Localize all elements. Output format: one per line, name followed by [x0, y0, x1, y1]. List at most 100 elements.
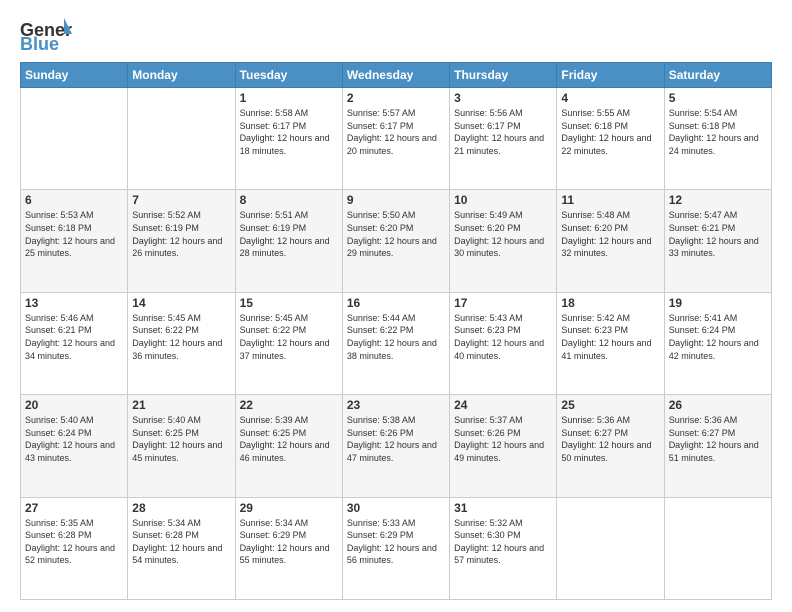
calendar-cell: 11 Sunrise: 5:48 AM Sunset: 6:20 PM Dayli…: [557, 190, 664, 292]
calendar-cell: 12 Sunrise: 5:47 AM Sunset: 6:21 PM Dayli…: [664, 190, 771, 292]
calendar-table: SundayMondayTuesdayWednesdayThursdayFrid…: [20, 62, 772, 600]
day-info: Sunrise: 5:32 AM Sunset: 6:30 PM Dayligh…: [454, 517, 552, 567]
day-number: 29: [240, 501, 338, 515]
day-info: Sunrise: 5:34 AM Sunset: 6:29 PM Dayligh…: [240, 517, 338, 567]
day-number: 15: [240, 296, 338, 310]
calendar-cell: [21, 88, 128, 190]
day-info: Sunrise: 5:56 AM Sunset: 6:17 PM Dayligh…: [454, 107, 552, 157]
calendar-week-row: 1 Sunrise: 5:58 AM Sunset: 6:17 PM Daylig…: [21, 88, 772, 190]
day-number: 9: [347, 193, 445, 207]
calendar-cell: 22 Sunrise: 5:39 AM Sunset: 6:25 PM Dayli…: [235, 395, 342, 497]
day-info: Sunrise: 5:54 AM Sunset: 6:18 PM Dayligh…: [669, 107, 767, 157]
calendar-cell: 28Sunrise: 5:34 AM Sunset: 6:28 PM Dayli…: [128, 497, 235, 599]
day-number: 3: [454, 91, 552, 105]
page: General Blue SundayMondayTuesdayWednesda…: [0, 0, 792, 612]
calendar-cell: 16 Sunrise: 5:44 AM Sunset: 6:22 PM Dayli…: [342, 292, 449, 394]
day-number: 13: [25, 296, 123, 310]
day-number: 5: [669, 91, 767, 105]
day-number: 22: [240, 398, 338, 412]
day-number: 14: [132, 296, 230, 310]
day-number: 25: [561, 398, 659, 412]
calendar-header-sunday: Sunday: [21, 63, 128, 88]
calendar-cell: 19 Sunrise: 5:41 AM Sunset: 6:24 PM Dayli…: [664, 292, 771, 394]
calendar-header-friday: Friday: [557, 63, 664, 88]
day-info: Sunrise: 5:35 AM Sunset: 6:28 PM Dayligh…: [25, 517, 123, 567]
calendar-cell: 15 Sunrise: 5:45 AM Sunset: 6:22 PM Dayli…: [235, 292, 342, 394]
day-number: 20: [25, 398, 123, 412]
calendar-cell: 26 Sunrise: 5:36 AM Sunset: 6:27 PM Dayli…: [664, 395, 771, 497]
day-info: Sunrise: 5:33 AM Sunset: 6:29 PM Dayligh…: [347, 517, 445, 567]
calendar-cell: [557, 497, 664, 599]
logo-icon: General Blue: [20, 16, 72, 52]
day-number: 11: [561, 193, 659, 207]
calendar-cell: 14 Sunrise: 5:45 AM Sunset: 6:22 PM Dayli…: [128, 292, 235, 394]
calendar-cell: 23Sunrise: 5:38 AM Sunset: 6:26 PM Dayli…: [342, 395, 449, 497]
day-number: 19: [669, 296, 767, 310]
day-info: Sunrise: 5:36 AM Sunset: 6:27 PM Dayligh…: [669, 414, 767, 464]
day-info: Sunrise: 5:45 AM Sunset: 6:22 PM Dayligh…: [132, 312, 230, 362]
calendar-header-thursday: Thursday: [450, 63, 557, 88]
calendar-cell: 7 Sunrise: 5:52 AM Sunset: 6:19 PM Daylig…: [128, 190, 235, 292]
day-number: 12: [669, 193, 767, 207]
calendar-cell: 9Sunrise: 5:50 AM Sunset: 6:20 PM Daylig…: [342, 190, 449, 292]
calendar-week-row: 6Sunrise: 5:53 AM Sunset: 6:18 PM Daylig…: [21, 190, 772, 292]
day-info: Sunrise: 5:39 AM Sunset: 6:25 PM Dayligh…: [240, 414, 338, 464]
day-number: 31: [454, 501, 552, 515]
calendar-header-row: SundayMondayTuesdayWednesdayThursdayFrid…: [21, 63, 772, 88]
day-info: Sunrise: 5:41 AM Sunset: 6:24 PM Dayligh…: [669, 312, 767, 362]
day-number: 17: [454, 296, 552, 310]
calendar-cell: 10 Sunrise: 5:49 AM Sunset: 6:20 PM Dayli…: [450, 190, 557, 292]
calendar-header-monday: Monday: [128, 63, 235, 88]
day-info: Sunrise: 5:40 AM Sunset: 6:25 PM Dayligh…: [132, 414, 230, 464]
calendar-cell: 1 Sunrise: 5:58 AM Sunset: 6:17 PM Daylig…: [235, 88, 342, 190]
header: General Blue: [20, 16, 772, 52]
day-number: 4: [561, 91, 659, 105]
calendar-cell: 27Sunrise: 5:35 AM Sunset: 6:28 PM Dayli…: [21, 497, 128, 599]
calendar-cell: 17 Sunrise: 5:43 AM Sunset: 6:23 PM Dayli…: [450, 292, 557, 394]
calendar-cell: 31 Sunrise: 5:32 AM Sunset: 6:30 PM Dayli…: [450, 497, 557, 599]
day-number: 21: [132, 398, 230, 412]
calendar-week-row: 13 Sunrise: 5:46 AM Sunset: 6:21 PM Dayli…: [21, 292, 772, 394]
day-info: Sunrise: 5:53 AM Sunset: 6:18 PM Dayligh…: [25, 209, 123, 259]
calendar-week-row: 20Sunrise: 5:40 AM Sunset: 6:24 PM Dayli…: [21, 395, 772, 497]
day-info: Sunrise: 5:34 AM Sunset: 6:28 PM Dayligh…: [132, 517, 230, 567]
day-info: Sunrise: 5:47 AM Sunset: 6:21 PM Dayligh…: [669, 209, 767, 259]
day-number: 16: [347, 296, 445, 310]
day-number: 2: [347, 91, 445, 105]
day-info: Sunrise: 5:46 AM Sunset: 6:21 PM Dayligh…: [25, 312, 123, 362]
day-number: 30: [347, 501, 445, 515]
day-info: Sunrise: 5:48 AM Sunset: 6:20 PM Dayligh…: [561, 209, 659, 259]
day-info: Sunrise: 5:44 AM Sunset: 6:22 PM Dayligh…: [347, 312, 445, 362]
calendar-cell: [128, 88, 235, 190]
day-info: Sunrise: 5:45 AM Sunset: 6:22 PM Dayligh…: [240, 312, 338, 362]
day-number: 1: [240, 91, 338, 105]
day-number: 18: [561, 296, 659, 310]
day-info: Sunrise: 5:43 AM Sunset: 6:23 PM Dayligh…: [454, 312, 552, 362]
calendar-cell: 5 Sunrise: 5:54 AM Sunset: 6:18 PM Daylig…: [664, 88, 771, 190]
calendar-cell: 24Sunrise: 5:37 AM Sunset: 6:26 PM Dayli…: [450, 395, 557, 497]
calendar-cell: 6Sunrise: 5:53 AM Sunset: 6:18 PM Daylig…: [21, 190, 128, 292]
calendar-cell: 21 Sunrise: 5:40 AM Sunset: 6:25 PM Dayli…: [128, 395, 235, 497]
day-number: 7: [132, 193, 230, 207]
day-number: 23: [347, 398, 445, 412]
calendar-header-wednesday: Wednesday: [342, 63, 449, 88]
calendar-header-saturday: Saturday: [664, 63, 771, 88]
logo: General Blue: [20, 16, 72, 52]
calendar-cell: 2 Sunrise: 5:57 AM Sunset: 6:17 PM Daylig…: [342, 88, 449, 190]
day-info: Sunrise: 5:49 AM Sunset: 6:20 PM Dayligh…: [454, 209, 552, 259]
calendar-cell: 20Sunrise: 5:40 AM Sunset: 6:24 PM Dayli…: [21, 395, 128, 497]
calendar-cell: [664, 497, 771, 599]
day-info: Sunrise: 5:55 AM Sunset: 6:18 PM Dayligh…: [561, 107, 659, 157]
calendar-cell: 29 Sunrise: 5:34 AM Sunset: 6:29 PM Dayli…: [235, 497, 342, 599]
day-number: 26: [669, 398, 767, 412]
day-info: Sunrise: 5:52 AM Sunset: 6:19 PM Dayligh…: [132, 209, 230, 259]
calendar-cell: 18 Sunrise: 5:42 AM Sunset: 6:23 PM Dayli…: [557, 292, 664, 394]
day-number: 24: [454, 398, 552, 412]
day-info: Sunrise: 5:58 AM Sunset: 6:17 PM Dayligh…: [240, 107, 338, 157]
day-number: 10: [454, 193, 552, 207]
day-number: 8: [240, 193, 338, 207]
calendar-cell: 13 Sunrise: 5:46 AM Sunset: 6:21 PM Dayli…: [21, 292, 128, 394]
day-info: Sunrise: 5:42 AM Sunset: 6:23 PM Dayligh…: [561, 312, 659, 362]
day-info: Sunrise: 5:36 AM Sunset: 6:27 PM Dayligh…: [561, 414, 659, 464]
day-info: Sunrise: 5:57 AM Sunset: 6:17 PM Dayligh…: [347, 107, 445, 157]
